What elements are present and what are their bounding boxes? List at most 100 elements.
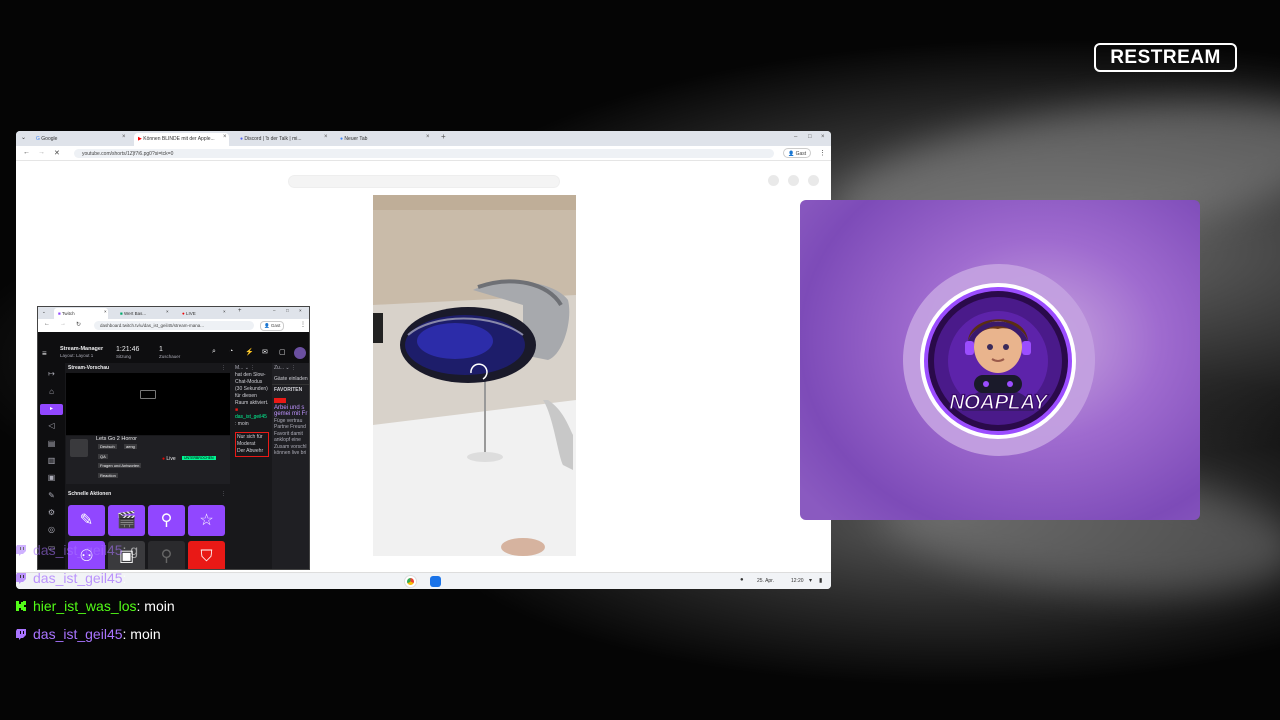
tag[interactable]: QA — [98, 454, 108, 459]
new-tab-button[interactable]: + — [238, 308, 242, 314]
stream-preview[interactable] — [66, 373, 230, 435]
panel-menu-icon[interactable]: ⋮ — [221, 365, 226, 371]
maximize-icon[interactable]: □ — [286, 308, 289, 313]
collapse-icon[interactable]: ↦ — [47, 369, 56, 378]
youtube-header-icon[interactable] — [768, 175, 779, 186]
content-icon[interactable]: ▤ — [47, 439, 56, 448]
menu-icon[interactable]: ⋮ — [819, 149, 826, 157]
taskbar-date[interactable]: 25. Apr. — [757, 578, 774, 584]
quick-action-clip-button[interactable]: 🎬 — [108, 505, 145, 536]
avatar[interactable] — [294, 347, 306, 359]
forward-icon[interactable]: → — [60, 321, 66, 327]
home-icon[interactable]: ⌂ — [47, 387, 56, 396]
favorites-heading: Arbei und s gemei mit Fr — [274, 404, 308, 418]
panel-menu-icon[interactable]: ⋮ — [221, 491, 226, 497]
tag[interactable]: Reaction — [98, 473, 118, 478]
shield-icon: ⛉ — [200, 548, 213, 565]
stream-manager-icon[interactable]: ▸ — [40, 404, 63, 415]
noaplay-logo: NOAPLAY — [920, 283, 1076, 439]
battery-icon[interactable]: ▮ — [819, 577, 822, 584]
back-icon[interactable]: ← — [23, 149, 30, 156]
tab-search-icon[interactable]: ⌄ — [42, 309, 46, 315]
notifications-icon[interactable]: ▢ — [279, 348, 286, 356]
chrome-icon[interactable] — [405, 576, 416, 587]
taskbar-time[interactable]: 12:20 — [791, 578, 804, 584]
youtube-header-icon[interactable] — [788, 175, 799, 186]
close-window-icon[interactable]: × — [821, 134, 825, 140]
help-icon[interactable]: ◔ — [229, 348, 233, 355]
guest-profile-button[interactable]: 👤 Gast — [260, 321, 285, 331]
maximize-icon[interactable]: □ — [808, 134, 812, 140]
reload-icon[interactable]: ↻ — [76, 321, 81, 328]
back-icon[interactable]: ← — [44, 321, 50, 327]
tab-live[interactable]: ● LIVE — [178, 308, 226, 319]
forward-icon[interactable]: → — [38, 149, 45, 156]
youtube-search-box[interactable] — [288, 175, 560, 188]
wifi-icon[interactable]: ▾ — [809, 577, 812, 584]
chat-text: moin — [144, 598, 175, 614]
close-window-icon[interactable]: × — [299, 308, 302, 313]
guest-profile-button[interactable]: 👤 Gast — [783, 148, 812, 158]
tag[interactable]: aeng — [124, 444, 137, 449]
chat-message-row: hier_ist_was_los: moin — [15, 592, 175, 620]
guest-panel-header: Zu... ⌄ ⋮ — [274, 365, 296, 371]
category-thumbnail[interactable] — [70, 439, 88, 457]
inbox-icon[interactable]: ✉ — [262, 348, 268, 356]
twitch-icon — [16, 629, 26, 640]
settings-icon[interactable]: ⚙ — [47, 508, 56, 517]
stream-preview-label[interactable]: Stream-Vorschau — [68, 365, 109, 371]
browser-toolbar: ← → ✕ youtube.com/shorts/1Z|f7i6.pg0?si=… — [16, 146, 831, 161]
tab-youtube[interactable]: ▶ Können BLINDE mit der Apple... — [134, 133, 229, 146]
twitch-icon — [16, 545, 26, 556]
files-app-icon[interactable] — [430, 576, 441, 587]
tab-close-icon[interactable]: × — [426, 134, 430, 140]
tab-new[interactable]: ● Neuer Tab — [336, 133, 426, 146]
activity-icon[interactable]: ⚡ — [245, 348, 254, 356]
quick-action-shield-button[interactable]: ⛉ — [188, 541, 225, 569]
invite-guests-button[interactable]: Gäste einladen — [272, 374, 309, 385]
tab-close-icon[interactable]: × — [223, 309, 226, 314]
tag[interactable]: Deutsch — [98, 444, 117, 449]
viewer-count: 1 — [159, 346, 163, 353]
megaphone-icon: ⚲ — [160, 512, 173, 529]
hamburger-menu-icon[interactable]: ≡ — [42, 349, 47, 358]
twitch-toolbar: ← → ↻ dashboard.twitch.tv/u/das_ist_geil… — [38, 319, 309, 332]
minimize-icon[interactable]: – — [273, 308, 276, 313]
tab-twitch[interactable]: ■ Twitch — [54, 308, 108, 319]
chat-message-row: das_ist_geil45: g — [15, 536, 175, 564]
tab-close-icon[interactable]: × — [122, 134, 126, 140]
tab-search-icon[interactable]: ⌄ — [21, 134, 26, 141]
edit-icon[interactable]: ✎ — [47, 491, 56, 500]
chat-username[interactable]: das_ist_geil45 — [235, 414, 267, 420]
layout-label[interactable]: Layout: Layout 1 — [60, 353, 93, 358]
new-tab-button[interactable]: + — [441, 132, 446, 141]
community-icon[interactable]: ▣ — [47, 473, 56, 482]
address-bar[interactable]: dashboard.twitch.tv/u/das_ist_geil45/str… — [94, 321, 254, 330]
minimize-icon[interactable]: – — [794, 134, 797, 140]
tab-google[interactable]: G Google — [32, 133, 130, 146]
tab-close-icon[interactable]: × — [166, 309, 169, 314]
quick-action-edit-button[interactable]: ✎ — [68, 505, 105, 536]
tab-discord[interactable]: ● Discord | 'b der Talk | mi... — [236, 133, 328, 146]
search-icon[interactable]: ⌕ — [212, 348, 216, 356]
tab-close-icon[interactable]: × — [223, 134, 227, 140]
stream-title[interactable]: Lets Go 2 Horror — [96, 436, 137, 442]
quick-action-highlight-button[interactable]: ☆ — [188, 505, 225, 536]
tab-close-icon[interactable]: × — [324, 134, 328, 140]
quick-action-ad-button[interactable]: ⚲ — [148, 505, 185, 536]
shorts-video[interactable] — [373, 195, 576, 556]
tab-close-icon[interactable]: × — [104, 309, 107, 314]
quick-actions-label[interactable]: Schnelle Aktionen — [68, 491, 111, 497]
broadcast-icon[interactable]: ◁ — [47, 421, 56, 430]
chat-message: : moin — [235, 421, 249, 427]
tab-twitch-2[interactable]: ■ Wert Bas... — [116, 308, 170, 319]
address-bar[interactable]: youtube.com/shorts/1Z|f7i6.pg0?si=tck=0 — [74, 149, 774, 158]
favorites-label: FAVORITEN — [274, 387, 303, 393]
restream-logo: RESTREAM — [1094, 43, 1237, 72]
youtube-header-icon[interactable] — [808, 175, 819, 186]
menu-icon[interactable]: ⋮ — [300, 321, 306, 328]
tag[interactable]: Fragen und Antworten — [98, 463, 142, 468]
extensions-icon[interactable]: ◎ — [47, 525, 56, 534]
analytics-icon[interactable]: ▥ — [47, 456, 56, 465]
reload-icon[interactable]: ✕ — [54, 149, 60, 157]
